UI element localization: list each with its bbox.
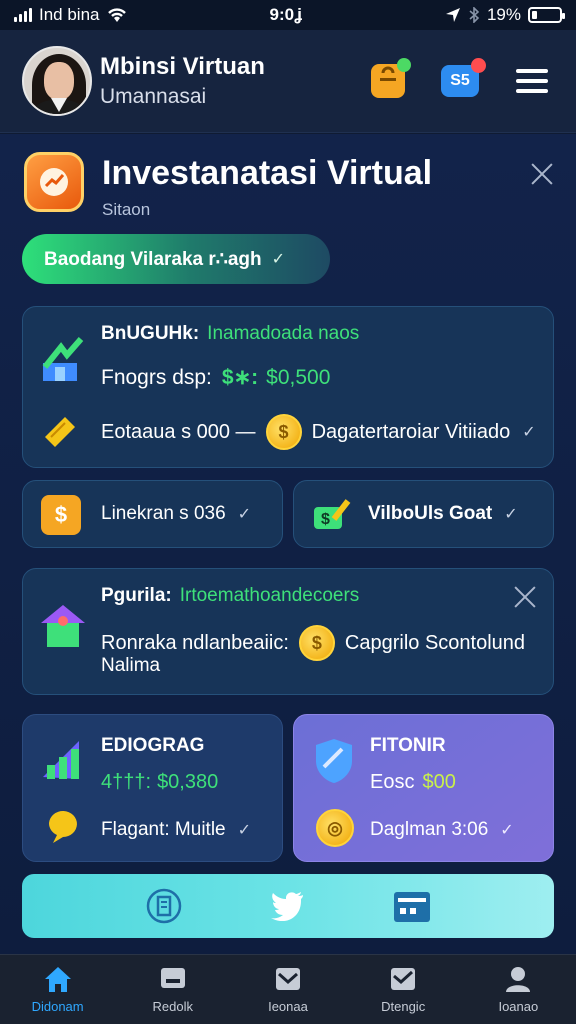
nav-item-home[interactable]: Didonam (3, 965, 113, 1014)
overview-line1-symbol: $∗: (221, 366, 259, 389)
panel-subtitle: Sitaon (102, 200, 151, 219)
investment-panel: Investanatasi Virtual Sitaon Baodang Vil… (0, 134, 576, 954)
program-line1-label: Ronraka ndlanbeaiic: (101, 631, 289, 654)
user-name: Mbinsi Virtuan (100, 53, 265, 80)
overview-line1-label: Fnogrs dsp: (101, 365, 212, 389)
chevron-down-icon[interactable]: ✓ (238, 820, 251, 840)
image-icon (391, 968, 416, 990)
nav-label-image: Dtengic (381, 999, 426, 1014)
overview-heading-label: BnUGUHk: (101, 323, 200, 344)
nav-label-chart: Redolk (152, 999, 194, 1014)
panel-title: Investanatasi Virtual (102, 154, 433, 192)
overview-card[interactable]: BnUGUHk: Inamadoada naos Fnogrs dsp: $∗:… (22, 306, 554, 468)
chat-badge-text: S5 (450, 72, 470, 89)
left-tile-value-amount: $0,380 (157, 771, 219, 793)
bluetooth-icon (469, 7, 480, 23)
left-tile-title: EDIOGRAG (101, 735, 205, 756)
left-tile-value-label: 4†††: (101, 771, 152, 793)
nav-item-image[interactable]: Dtengic (348, 965, 458, 1014)
right-tile-value-label: Eosc (370, 771, 415, 793)
left-small-card[interactable]: $ Linekran s 036 ✓ (22, 480, 283, 548)
ticket-icon (41, 411, 81, 456)
right-tile-value-amount: $00 (422, 771, 456, 793)
right-tile-footer: Daglman 3:06 (370, 819, 489, 840)
program-heading-value: Irtoemathoandecoers (179, 585, 360, 606)
right-small-label: VilboUls Goat (368, 503, 493, 524)
chat-bubble-icon (45, 807, 83, 850)
overview-heading-value: Inamadoada naos (207, 323, 360, 344)
avatar[interactable] (22, 46, 92, 116)
battery-icon (528, 7, 565, 23)
chat-badge-icon[interactable]: S5 (438, 58, 486, 103)
wallet-icon[interactable] (392, 886, 432, 926)
profile-icon (506, 967, 531, 992)
clock: 9:0ʝ (269, 5, 302, 24)
program-line1-value: Capgrilo Scontolund (344, 631, 526, 654)
overview-line2-value: Dagatertaroiar Vitiiado (311, 420, 511, 443)
right-small-card[interactable]: $ VilboUls Goat ✓ (293, 480, 554, 548)
program-heading-label: Pgurila: (101, 585, 172, 606)
status-pill-label: Baodang Vilaraka r∴agh (44, 248, 262, 270)
growth-chart-icon (37, 337, 87, 392)
overview-line1-amount: $0,500 (266, 365, 331, 389)
social-bar (22, 874, 554, 938)
chevron-down-icon[interactable]: ✓ (522, 422, 535, 442)
shopping-bag-icon[interactable] (366, 58, 411, 103)
chevron-down-icon[interactable]: ✓ (504, 504, 517, 524)
bottom-nav: Didonam Redolk Ieonaa Dtengic Ioanao (0, 954, 576, 1024)
status-bar: Ind bina 9:0ʝ 19% (0, 0, 576, 30)
right-tile-card[interactable]: FITONIR Eosc $00 ◎ Daglman 3:06 ✓ (293, 714, 554, 862)
svg-text:$: $ (321, 511, 330, 528)
user-subtitle: Umannasai (100, 85, 207, 108)
close-icon[interactable] (513, 585, 537, 609)
chevron-down-icon[interactable]: ✓ (238, 504, 251, 524)
wifi-icon (107, 8, 126, 22)
program-card[interactable]: Pgurila: Irtoemathoandecoers Ronraka ndl… (22, 568, 554, 695)
trophy-icon (24, 152, 84, 212)
overview-line2-label: Eotaaua s 000 — (101, 420, 256, 443)
shield-icon (312, 737, 356, 790)
signal-icon (14, 8, 32, 22)
nav-label-home: Didonam (31, 999, 84, 1014)
cash-pen-icon: $ (312, 495, 352, 535)
left-small-label: Linekran s 036 (101, 503, 226, 524)
checkmark-icon: ✓ (271, 251, 286, 268)
carrier-label: Ind bina (39, 5, 100, 24)
house-icon (37, 599, 89, 656)
nav-label-inbox: Ieonaa (268, 999, 308, 1014)
nav-label-profile: Ioanao (498, 999, 539, 1014)
program-line2-label: Nalima (101, 655, 161, 676)
app-header: Mbinsi Virtuan Umannasai S5 (0, 30, 576, 133)
twitter-icon[interactable] (268, 886, 308, 926)
menu-icon[interactable] (510, 59, 554, 103)
location-icon (445, 8, 460, 22)
coin-icon: $ (265, 414, 302, 450)
left-tile-card[interactable]: EDIOGRAG 4†††: $0,380 Flagant: Muitle ✓ (22, 714, 283, 862)
coin-icon: ◎ (316, 809, 354, 847)
nav-item-profile[interactable]: Ioanao (463, 965, 573, 1014)
right-tile-title: FITONIR (370, 735, 446, 756)
status-pill-button[interactable]: Baodang Vilaraka r∴agh ✓ (22, 234, 330, 284)
chevron-down-icon[interactable]: ✓ (500, 820, 513, 840)
battery-percent: 19% (486, 5, 521, 24)
coin-icon: $ (298, 625, 335, 661)
receipt-icon[interactable] (144, 886, 184, 926)
close-button[interactable] (530, 162, 554, 186)
bar-chart-icon (39, 737, 85, 788)
money-bag-icon: $ (41, 495, 81, 535)
inbox-icon (275, 968, 300, 990)
nav-item-chart[interactable]: Redolk (118, 965, 228, 1014)
home-icon (44, 967, 71, 992)
chart-icon (160, 968, 185, 988)
nav-item-inbox[interactable]: Ieonaa (233, 965, 343, 1014)
battery-level (532, 11, 537, 19)
left-tile-footer: Flagant: Muitle (101, 819, 226, 840)
